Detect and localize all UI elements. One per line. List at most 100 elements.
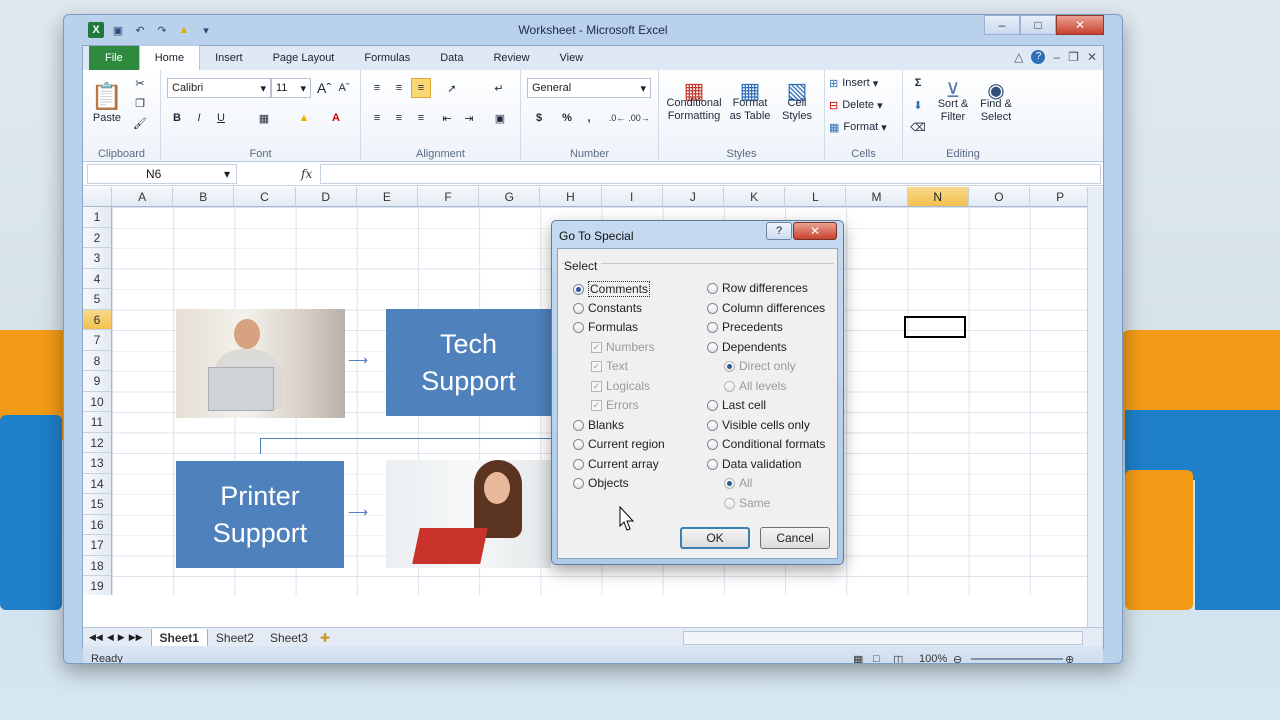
merge-center-icon[interactable]: ▣: [487, 108, 513, 128]
bold-button[interactable]: B: [167, 108, 187, 128]
row-header-6[interactable]: 6: [83, 309, 112, 330]
zoom-level[interactable]: 100%: [919, 653, 947, 663]
radio-objects[interactable]: Objects: [573, 476, 629, 490]
workbook-close-icon[interactable]: ✕: [1087, 50, 1097, 64]
minimize-ribbon-icon[interactable]: △: [1014, 50, 1023, 64]
row-header-7[interactable]: 7: [83, 330, 112, 351]
radio-constants[interactable]: Constants: [573, 301, 642, 315]
tab-file[interactable]: File: [89, 46, 139, 70]
fill-color-icon[interactable]: ▲: [291, 108, 317, 128]
orientation-icon[interactable]: ➚: [439, 78, 465, 98]
save-icon[interactable]: ▣: [110, 22, 126, 38]
radio-all-levels[interactable]: All levels: [724, 379, 786, 393]
normal-view-icon[interactable]: ▦: [853, 653, 863, 664]
column-header-m[interactable]: M: [846, 187, 908, 207]
formula-input[interactable]: [320, 163, 1101, 184]
column-header-h[interactable]: H: [540, 187, 602, 207]
page-break-view-icon[interactable]: ◫: [893, 653, 903, 664]
maximize-icon[interactable]: □: [1020, 15, 1056, 35]
find-select-button[interactable]: ◉ Find & Select: [975, 72, 1017, 136]
close-icon[interactable]: ✕: [1056, 15, 1104, 35]
format-cells-button[interactable]: ▦ Format ▾: [829, 118, 899, 136]
radio-current-region[interactable]: Current region: [573, 437, 665, 451]
shrink-font-icon[interactable]: Aˇ: [335, 78, 353, 98]
radio-blanks[interactable]: Blanks: [573, 418, 624, 432]
insert-cells-button[interactable]: ⊞ Insert ▾: [829, 74, 899, 92]
borders-icon[interactable]: ▦: [251, 108, 277, 128]
sheet-tab-sheet2[interactable]: Sheet2: [208, 629, 262, 647]
row-header-13[interactable]: 13: [83, 453, 112, 474]
column-header-e[interactable]: E: [356, 187, 418, 207]
radio-conditional-formats[interactable]: Conditional formats: [707, 437, 825, 451]
column-header-c[interactable]: C: [234, 187, 296, 207]
dialog-help-button[interactable]: ?: [766, 222, 792, 240]
increase-indent-icon[interactable]: ⇥: [459, 108, 479, 128]
cancel-button[interactable]: Cancel: [760, 527, 830, 549]
workbook-restore-icon[interactable]: ❐: [1068, 50, 1079, 64]
prev-sheet-icon[interactable]: ◀: [107, 632, 114, 643]
conditional-formatting-button[interactable]: ▦ Conditional Formatting: [663, 72, 725, 134]
column-header-j[interactable]: J: [662, 187, 724, 207]
bottom-align-icon[interactable]: ≡: [411, 78, 431, 98]
fill-color-icon[interactable]: ▲: [176, 22, 192, 38]
insert-function-button[interactable]: fx: [301, 167, 312, 181]
row-header-4[interactable]: 4: [83, 268, 112, 289]
decrease-indent-icon[interactable]: ⇤: [437, 108, 457, 128]
row-header-1[interactable]: 1: [83, 207, 112, 228]
align-right-icon[interactable]: ≡: [411, 108, 431, 128]
sort-filter-button[interactable]: ⊻ Sort & Filter: [933, 72, 973, 136]
radio-formulas[interactable]: Formulas: [573, 320, 638, 334]
top-align-icon[interactable]: ≡: [367, 78, 387, 98]
tab-page-layout[interactable]: Page Layout: [258, 46, 350, 70]
page-layout-view-icon[interactable]: □: [873, 653, 880, 663]
radio-data-validation[interactable]: Data validation: [707, 457, 801, 471]
workbook-minimize-icon[interactable]: –: [1053, 50, 1060, 64]
percent-button[interactable]: %: [557, 108, 577, 128]
column-header-k[interactable]: K: [724, 187, 786, 207]
decrease-decimal-icon[interactable]: .00→: [628, 108, 650, 128]
format-painter-icon[interactable]: 🖌: [131, 114, 149, 132]
radio-precedents[interactable]: Precedents: [707, 320, 783, 334]
row-header-9[interactable]: 9: [83, 371, 112, 392]
column-header-g[interactable]: G: [479, 187, 541, 207]
row-header-11[interactable]: 11: [83, 412, 112, 433]
wrap-text-icon[interactable]: ↵: [489, 78, 509, 98]
column-header-a[interactable]: A: [112, 187, 174, 207]
column-header-n[interactable]: N: [907, 187, 969, 207]
zoom-out-icon[interactable]: ⊖: [953, 653, 962, 664]
column-header-l[interactable]: L: [785, 187, 847, 207]
row-header-2[interactable]: 2: [83, 227, 112, 248]
paste-button[interactable]: 📋 Paste: [89, 74, 125, 130]
smartart-tech-support[interactable]: Tech Support: [386, 309, 551, 416]
row-header-19[interactable]: 19: [83, 576, 112, 595]
radio-validation-all[interactable]: All: [724, 476, 752, 490]
tab-insert[interactable]: Insert: [200, 46, 258, 70]
undo-icon[interactable]: ↶: [132, 22, 148, 38]
format-as-table-button[interactable]: ▦ Format as Table: [727, 72, 773, 134]
grow-font-icon[interactable]: Aˆ: [315, 78, 333, 98]
currency-button[interactable]: $: [527, 108, 551, 128]
help-icon[interactable]: ?: [1031, 50, 1046, 64]
radio-row-differences[interactable]: Row differences: [707, 281, 808, 295]
column-header-p[interactable]: P: [1030, 187, 1092, 207]
cut-icon[interactable]: ✂: [131, 74, 149, 92]
number-format-select[interactable]: General ▾: [527, 78, 651, 98]
clear-icon[interactable]: ⌫: [907, 118, 929, 136]
tab-review[interactable]: Review: [478, 46, 544, 70]
radio-validation-same[interactable]: Same: [724, 496, 770, 510]
row-header-3[interactable]: 3: [83, 248, 112, 269]
first-sheet-icon[interactable]: ◀◀: [89, 632, 103, 643]
vertical-scrollbar[interactable]: [1087, 187, 1103, 627]
column-header-d[interactable]: D: [295, 187, 357, 207]
tab-data[interactable]: Data: [425, 46, 478, 70]
row-header-16[interactable]: 16: [83, 514, 112, 535]
excel-app-icon[interactable]: X: [88, 22, 104, 38]
column-header-o[interactable]: O: [968, 187, 1030, 207]
font-name-select[interactable]: Calibri ▾: [167, 78, 271, 98]
active-cell-n6[interactable]: [904, 316, 966, 338]
checkbox-numbers[interactable]: ✓ Numbers: [591, 340, 655, 354]
row-header-12[interactable]: 12: [83, 432, 112, 453]
autosum-icon[interactable]: Σ: [907, 74, 929, 92]
select-all-corner[interactable]: [83, 187, 112, 207]
copy-icon[interactable]: ❐: [131, 94, 149, 112]
